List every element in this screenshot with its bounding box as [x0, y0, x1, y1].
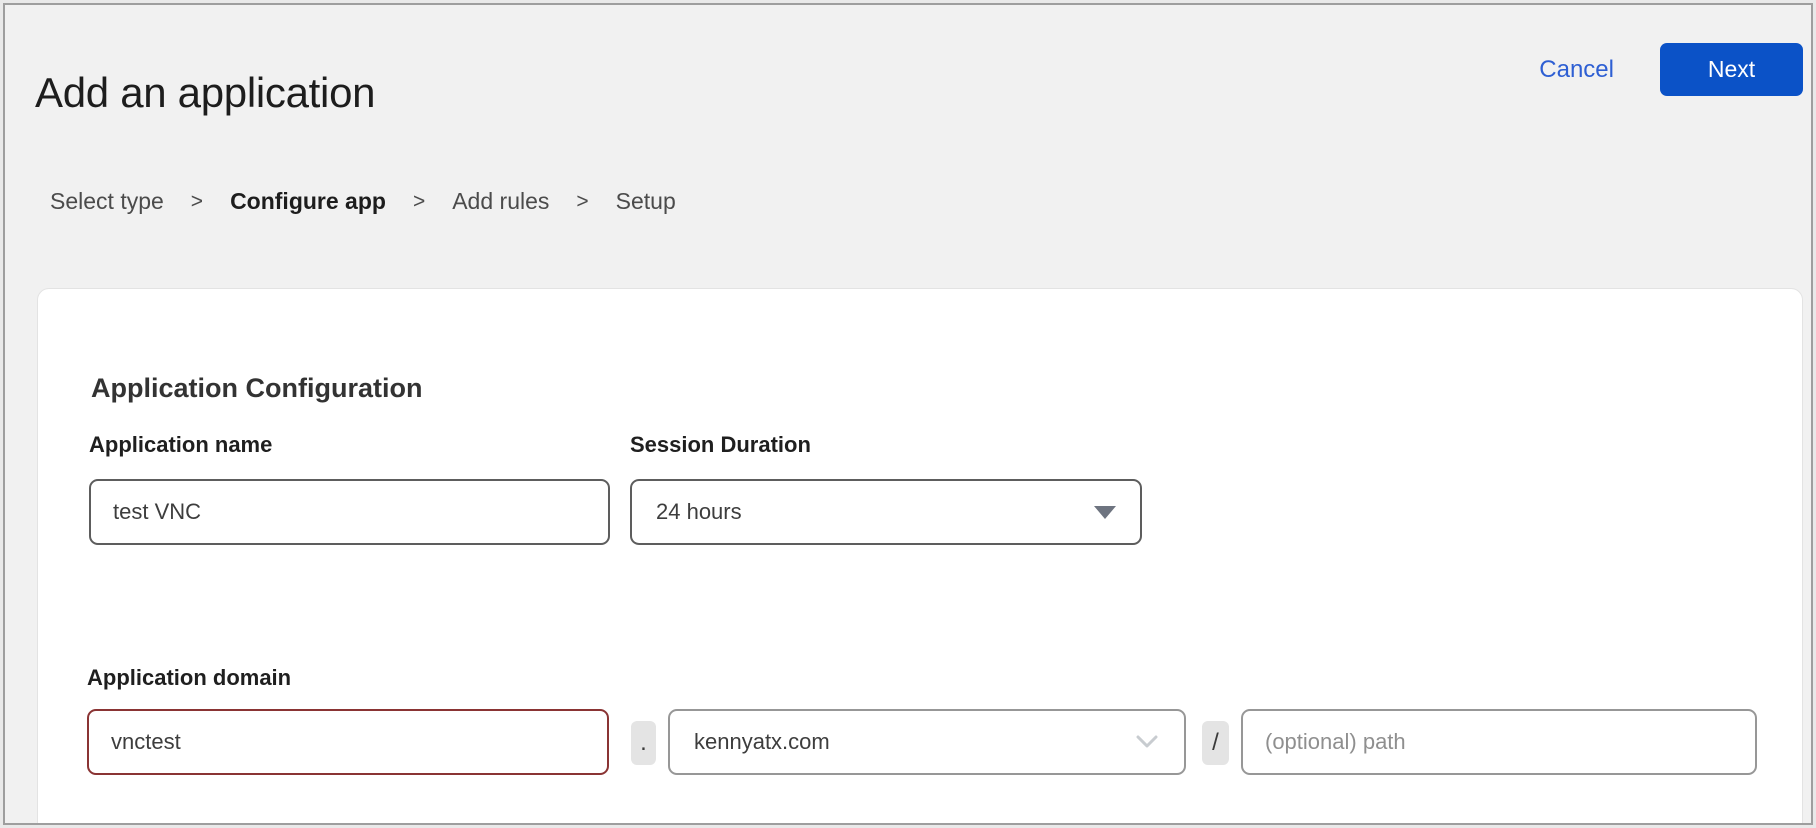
step-configure-app[interactable]: Configure app: [230, 188, 386, 215]
session-duration-select[interactable]: 24 hours: [630, 479, 1142, 545]
chevron-down-icon: [1134, 734, 1160, 750]
page-title: Add an application: [35, 67, 375, 119]
next-button[interactable]: Next: [1660, 43, 1803, 96]
domain-select-value: kennyatx.com: [694, 729, 830, 755]
application-name-input[interactable]: [89, 479, 610, 545]
section-title: Application Configuration: [91, 373, 422, 404]
caret-down-icon: [1094, 506, 1116, 519]
session-duration-value: 24 hours: [656, 499, 742, 525]
application-configuration-card: Application Configuration Application na…: [37, 288, 1803, 825]
domain-select[interactable]: kennyatx.com: [668, 709, 1186, 775]
step-setup[interactable]: Setup: [616, 188, 676, 215]
application-domain-label: Application domain: [87, 665, 291, 691]
breadcrumb-separator: >: [191, 190, 203, 214]
breadcrumb: Select type > Configure app > Add rules …: [50, 188, 676, 215]
session-duration-label: Session Duration: [630, 432, 811, 458]
cancel-button[interactable]: Cancel: [1539, 56, 1614, 84]
path-input[interactable]: [1241, 709, 1757, 775]
step-add-rules[interactable]: Add rules: [452, 188, 549, 215]
dot-separator: .: [631, 721, 656, 765]
subdomain-input[interactable]: [87, 709, 609, 775]
page: Add an application Cancel Next Select ty…: [3, 3, 1813, 825]
breadcrumb-separator: >: [576, 190, 588, 214]
slash-separator: /: [1202, 721, 1229, 765]
breadcrumb-separator: >: [413, 190, 425, 214]
step-select-type[interactable]: Select type: [50, 188, 164, 215]
application-name-label: Application name: [89, 432, 272, 458]
header-actions: Cancel Next: [1539, 43, 1803, 96]
